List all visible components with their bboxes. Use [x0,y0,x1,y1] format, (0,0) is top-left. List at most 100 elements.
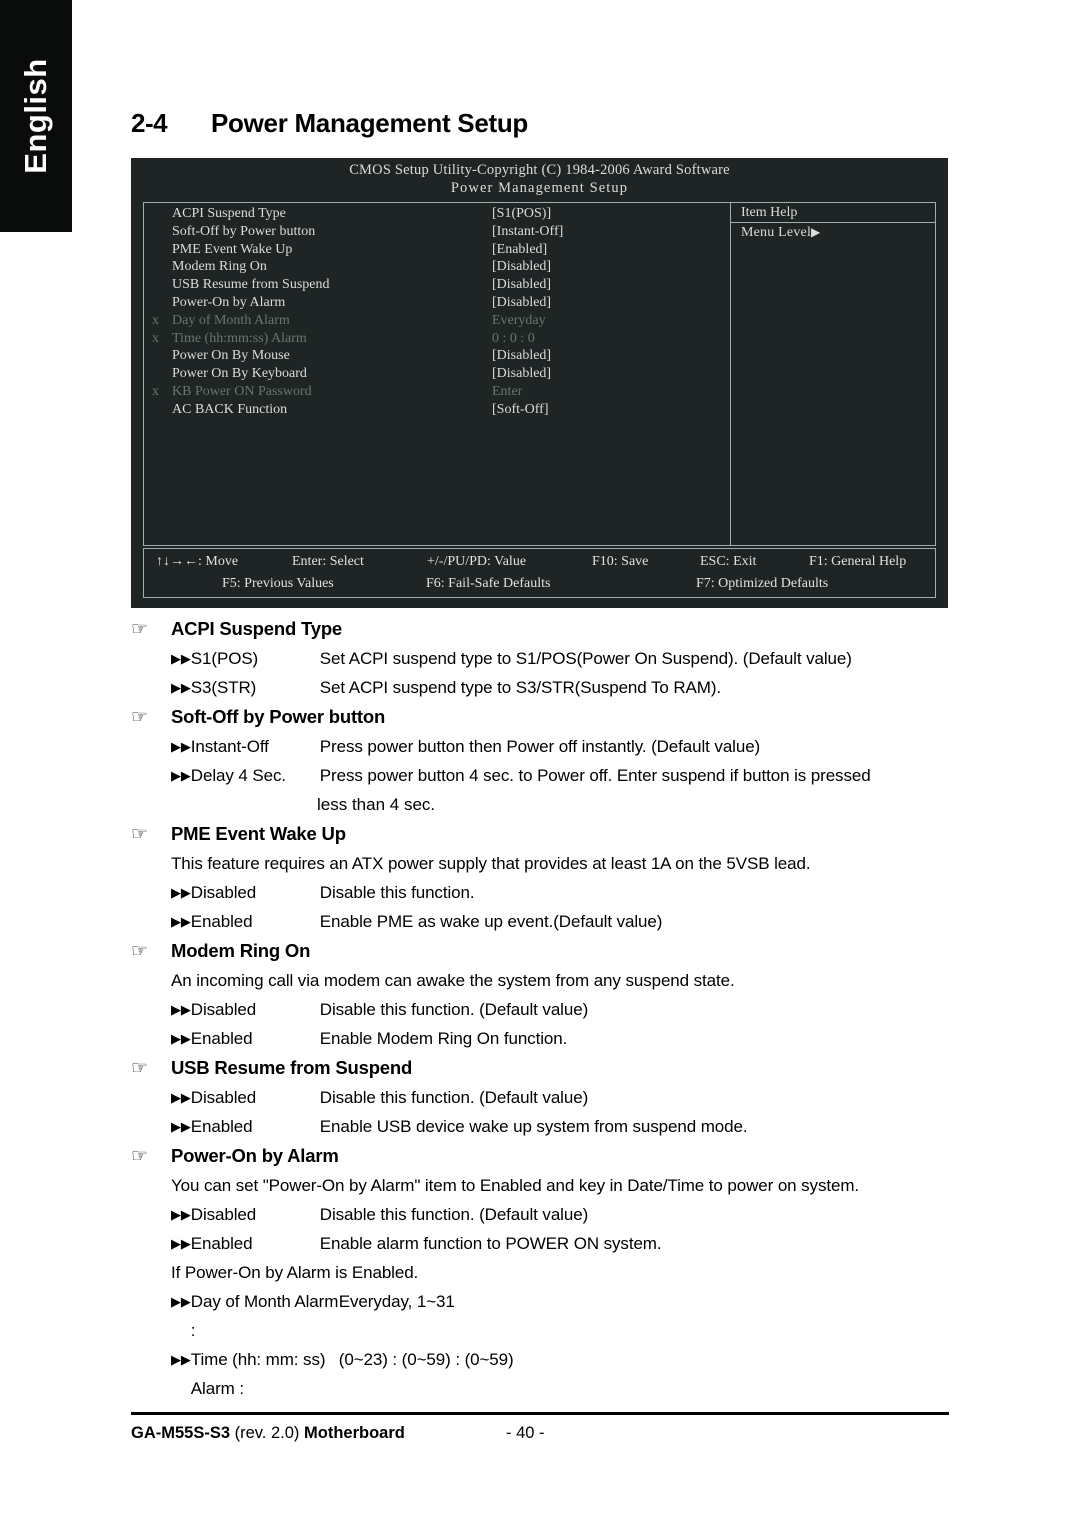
doc-option-row: ▶▶ Disabled Disable this function. (Defaul… [131,1083,949,1112]
item-help-header: Item Help [731,203,935,223]
bios-setting-marker [144,294,172,312]
bios-setting-label: Modem Ring On [172,259,267,275]
doc-section: ☞ ACPI Suspend Type ▶▶ S1(POS) Set ACPI susp… [131,614,949,702]
chevron-right-icon: ▶ [811,225,821,239]
bios-key-hint: F7: Optimized Defaults [696,576,829,591]
bios-setting-row[interactable]: ACPI Suspend Type [S1(POS)] [144,205,730,223]
doc-section-heading: ☞ USB Resume from Suspend [131,1053,949,1083]
bios-setting-value[interactable]: [Enabled] [492,241,547,259]
bios-item-help-column: Item Help Menu Level▶ [731,203,935,545]
doc-section-note: You can set "Power-On by Alarm" item to … [171,1176,860,1195]
doc-section: ☞ PME Event Wake Up This feature requires … [131,819,949,936]
doc-option-desc: Enable alarm function to POWER ON system… [319,1234,662,1253]
doc-option-row: ▶▶ S3(STR) Set ACPI suspend type to S3/STR… [131,673,949,702]
bios-setting-row[interactable]: AC BACK Function [Soft-Off] [144,401,730,419]
doc-option-row: ▶▶ Enabled Enable alarm function to POWER … [131,1229,949,1258]
menu-level-row: Menu Level▶ [731,223,935,242]
doc-section: ☞ USB Resume from Suspend ▶▶ Disabled Disabl… [131,1053,949,1141]
doc-option-desc: Disable this function. [319,883,475,902]
bios-setting-marker: x [152,383,159,399]
pointing-hand-icon: ☞ [131,1145,149,1167]
bios-setting-value[interactable]: [Soft-Off] [492,401,549,419]
doc-option-desc: Set ACPI suspend type to S1/POS(Power On… [319,649,852,668]
double-arrow-icon: ▶▶ [171,768,191,783]
bios-settings-list: ACPI Suspend Type [S1(POS)] Soft-Off by Po… [144,203,730,419]
bios-title-line2: Power Management Setup [450,180,629,196]
doc-option-name: Time (hh: mm: ss) Alarm : [190,1350,326,1398]
bios-setting-marker: x [152,330,159,346]
doc-section-title: Modem Ring On [171,940,311,961]
doc-option-desc: Disable this function. (Default value) [319,1205,589,1224]
menu-level-label: Menu Level [741,225,812,240]
bios-key-hint: ↑↓→←: Move [156,554,239,569]
bios-setting-value[interactable]: [Disabled] [492,347,551,365]
bios-setting-value[interactable]: [Disabled] [492,365,551,383]
bios-settings-column: ACPI Suspend Type [S1(POS)] Soft-Off by Po… [144,203,731,545]
double-arrow-icon: ▶▶ [171,1352,191,1367]
bios-setting-row[interactable]: Soft-Off by Power button [Instant-Off] [144,223,730,241]
bios-setting-marker: x [152,312,159,328]
doc-option-name: Disabled [190,1205,257,1224]
doc-option-name: Enabled [190,1234,253,1253]
double-arrow-icon: ▶▶ [171,1090,191,1105]
section-number: 2-4 [131,108,168,138]
bios-setting-row[interactable]: Modem Ring On [Disabled] [144,258,730,276]
double-arrow-icon: ▶▶ [171,885,191,900]
bios-key-hint: F5: Previous Values [222,576,334,591]
bios-setting-value[interactable]: [S1(POS)] [492,205,551,223]
doc-section-heading: ☞ Power-On by Alarm [131,1141,949,1171]
bios-setting-row[interactable]: x Time (hh:mm:ss) Alarm 0 : 0 : 0 [144,330,730,348]
bios-setting-marker [144,258,172,276]
doc-section-title: ACPI Suspend Type [171,618,343,639]
footer-page-number: - 40 - [506,1424,545,1442]
doc-option-name: Disabled [190,1088,257,1107]
bios-setting-value[interactable]: [Instant-Off] [492,223,563,241]
doc-option-desc: Enable USB device wake up system from su… [319,1117,748,1136]
bios-setting-marker [144,205,172,223]
bios-setting-label: Power On By Mouse [172,348,290,364]
bios-setting-value[interactable]: 0 : 0 : 0 [492,330,535,348]
bios-setting-row[interactable]: Power On By Mouse [Disabled] [144,347,730,365]
pointing-hand-icon: ☞ [131,706,149,728]
pointing-hand-icon: ☞ [131,1057,149,1079]
pointing-hand-icon: ☞ [131,940,149,962]
bios-setup-screen: CMOS Setup Utility-Copyright (C) 1984-20… [131,158,948,608]
bios-main-panel: ACPI Suspend Type [S1(POS)] Soft-Off by Po… [143,202,936,546]
bios-setting-value[interactable]: Everyday [492,312,546,330]
doc-option-desc: Everyday, 1~31 [338,1292,455,1311]
bios-setting-row[interactable]: x Day of Month Alarm Everyday [144,312,730,330]
doc-option-desc: Set ACPI suspend type to S3/STR(Suspend … [319,678,721,697]
doc-option-row: ▶▶ Disabled Disable this function. (Defaul… [131,995,949,1024]
footer-model: GA-M55S-S3 (rev. 2.0) Motherboard [131,1424,405,1442]
section-title: Power Management Setup [211,108,529,138]
doc-option-name: Disabled [190,883,257,902]
doc-option-name: Day of Month Alarm : [190,1292,339,1340]
bios-setting-marker [144,276,172,294]
bios-setting-value[interactable]: [Disabled] [492,258,551,276]
bios-setting-label: Time (hh:mm:ss) Alarm [172,330,307,346]
double-arrow-icon: ▶▶ [171,651,191,666]
bios-setting-row[interactable]: Power On By Keyboard [Disabled] [144,365,730,383]
bios-setting-label: Power On By Keyboard [172,366,307,382]
doc-option-name: Disabled [190,1000,257,1019]
bios-key-legend-line1: ↑↓→←: Move Enter: Select +/-/PU/PD: Value F… [144,551,935,573]
bios-setting-row[interactable]: PME Event Wake Up [Enabled] [144,241,730,259]
doc-option-row: ▶▶ Time (hh: mm: ss) Alarm : (0~23) : (0~5… [131,1345,949,1403]
bios-setting-value[interactable]: [Disabled] [492,276,551,294]
bios-setting-row[interactable]: x KB Power ON Password Enter [144,383,730,401]
bios-setting-row[interactable]: Power-On by Alarm [Disabled] [144,294,730,312]
bios-setting-value[interactable]: [Disabled] [492,294,551,312]
doc-section-title: PME Event Wake Up [171,823,346,844]
bios-setting-label: Day of Month Alarm [172,312,290,328]
bios-setting-row[interactable]: USB Resume from Suspend [Disabled] [144,276,730,294]
double-arrow-icon: ▶▶ [171,1031,191,1046]
bios-setting-value[interactable]: Enter [492,383,522,401]
bios-setting-marker [144,401,172,419]
doc-option-name: Enabled [190,1117,253,1136]
bios-key-legend-line2: F5: Previous Values F6: Fail-Safe Default… [144,573,935,595]
double-arrow-icon: ▶▶ [171,680,191,695]
doc-option-desc: Press power button then Power off instan… [319,737,761,756]
body-sections: ☞ ACPI Suspend Type ▶▶ S1(POS) Set ACPI susp… [131,614,949,1403]
page-content: 2-4 Power Management Setup CMOS Setup Ut… [131,0,949,1532]
doc-section-note: An incoming call via modem can awake the… [171,971,735,990]
